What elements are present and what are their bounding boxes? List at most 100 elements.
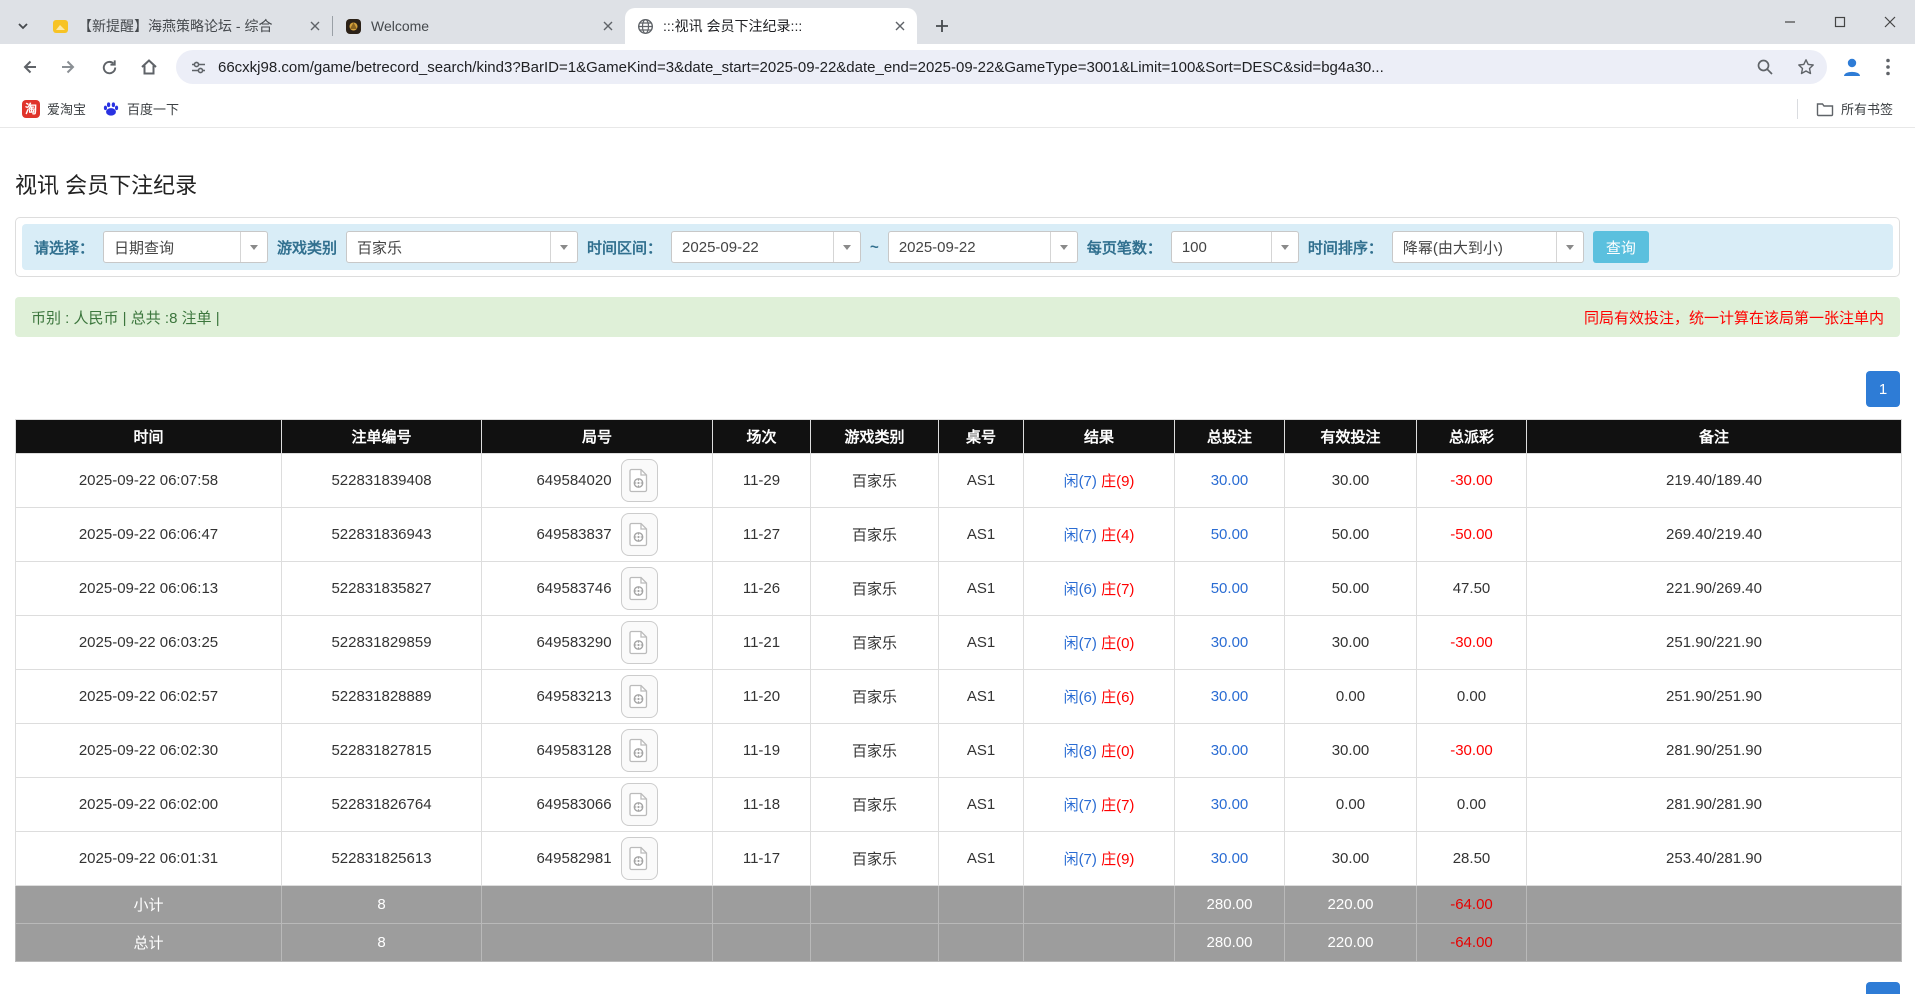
player-result: 闲(7) bbox=[1064, 635, 1097, 652]
table-row: 2025-09-22 06:02:57522831828889649583213… bbox=[16, 670, 1902, 724]
round-wrap: 649583290 bbox=[482, 621, 712, 664]
round-number: 649583213 bbox=[536, 688, 611, 705]
bet-record-table: 时间注单编号局号场次游戏类别桌号结果总投注有效投注总派彩备注 2025-09-2… bbox=[15, 419, 1902, 962]
tab-close-icon[interactable] bbox=[891, 17, 909, 35]
table-row: 2025-09-22 06:02:30522831827815649583128… bbox=[16, 724, 1902, 778]
avatar-icon bbox=[1840, 55, 1864, 79]
tab-forum[interactable]: 【新提醒】海燕策略论坛 - 综合 bbox=[40, 8, 332, 44]
url-bar[interactable]: 66cxkj98.com/game/betrecord_search/kind3… bbox=[176, 50, 1827, 84]
result-cell: 闲(6) 庄(7) bbox=[1024, 562, 1175, 616]
query-button[interactable]: 查询 bbox=[1593, 231, 1649, 263]
game-type-cell: 百家乐 bbox=[811, 670, 939, 724]
tab-welcome[interactable]: Welcome bbox=[333, 8, 625, 44]
date-start-select[interactable]: 2025-09-22 bbox=[671, 231, 861, 263]
magnifier-icon bbox=[1756, 58, 1774, 76]
note-cell: 253.40/281.90 bbox=[1527, 832, 1902, 886]
payout-cell: 0.00 bbox=[1417, 670, 1527, 724]
result-cell: 闲(7) 庄(9) bbox=[1024, 454, 1175, 508]
column-header: 总派彩 bbox=[1417, 420, 1527, 454]
game-type-cell: 百家乐 bbox=[811, 616, 939, 670]
table-row: 2025-09-22 06:01:31522831825613649582981… bbox=[16, 832, 1902, 886]
bookmark-taobao[interactable]: 淘 爱淘宝 bbox=[14, 95, 94, 122]
page-size-select[interactable]: 100 bbox=[1171, 231, 1299, 263]
payout-cell: 0.00 bbox=[1417, 778, 1527, 832]
total-bet-cell: 30.00 bbox=[1175, 670, 1285, 724]
footer-empty-cell bbox=[811, 924, 939, 962]
date-end-select[interactable]: 2025-09-22 bbox=[888, 231, 1078, 263]
total-bet-cell-value: 30.00 bbox=[1211, 634, 1249, 651]
video-replay-button[interactable] bbox=[621, 513, 658, 556]
bet-table-head: 时间注单编号局号场次游戏类别桌号结果总投注有效投注总派彩备注 bbox=[16, 420, 1902, 454]
dropdown-arrow-icon bbox=[1271, 232, 1298, 262]
footer-payout-cell: -64.00 bbox=[1417, 886, 1527, 924]
bookmark-star-button[interactable] bbox=[1791, 52, 1821, 82]
video-icon bbox=[629, 738, 649, 763]
footer-empty-cell bbox=[939, 886, 1024, 924]
maximize-button[interactable] bbox=[1815, 0, 1865, 44]
video-replay-button[interactable] bbox=[621, 621, 658, 664]
zoom-level-button[interactable] bbox=[1750, 52, 1780, 82]
time-cell: 2025-09-22 06:01:31 bbox=[16, 832, 282, 886]
table-no-cell: AS1 bbox=[939, 616, 1024, 670]
close-window-button[interactable] bbox=[1865, 0, 1915, 44]
reload-button[interactable] bbox=[90, 48, 128, 86]
bet-id-cell: 522831829859 bbox=[282, 616, 482, 670]
all-bookmarks-button[interactable]: 所有书签 bbox=[1808, 95, 1901, 122]
sort-select[interactable]: 降幂(由大到小) bbox=[1392, 231, 1584, 263]
banker-result: 庄(7) bbox=[1101, 797, 1134, 814]
round-cell: 649583746 bbox=[482, 562, 713, 616]
round-wrap: 649583746 bbox=[482, 567, 712, 610]
tab-search-button[interactable] bbox=[6, 8, 40, 44]
filter-panel: 请选择： 日期查询 游戏类别 百家乐 时间区间： 2025-09-22 ~ bbox=[15, 217, 1900, 277]
footer-total-bet-cell: 280.00 bbox=[1175, 924, 1285, 962]
page-1-button[interactable]: 1 bbox=[1866, 982, 1900, 994]
video-replay-button[interactable] bbox=[621, 567, 658, 610]
page-1-button[interactable]: 1 bbox=[1866, 371, 1900, 407]
round-cell: 649583837 bbox=[482, 508, 713, 562]
select-mode-label: 请选择： bbox=[34, 237, 94, 258]
video-replay-button[interactable] bbox=[621, 675, 658, 718]
player-result: 闲(6) bbox=[1064, 689, 1097, 706]
video-replay-button[interactable] bbox=[621, 837, 658, 880]
column-header: 结果 bbox=[1024, 420, 1175, 454]
pagination-top: 1 bbox=[15, 371, 1900, 407]
bookmarks-bar: 淘 爱淘宝 百度一下 所有书签 bbox=[0, 90, 1915, 128]
time-cell: 2025-09-22 06:02:00 bbox=[16, 778, 282, 832]
home-button[interactable] bbox=[130, 48, 168, 86]
tab-bet-record[interactable]: :::视讯 会员下注纪录::: bbox=[625, 8, 917, 44]
currency-total-text: 币别 : 人民币 | 总共 :8 注单 | bbox=[31, 307, 220, 328]
column-header: 局号 bbox=[482, 420, 713, 454]
video-replay-button[interactable] bbox=[621, 459, 658, 502]
footer-total-bet-cell: 280.00 bbox=[1175, 886, 1285, 924]
minimize-button[interactable] bbox=[1765, 0, 1815, 44]
date-start-value: 2025-09-22 bbox=[672, 232, 833, 262]
menu-button[interactable] bbox=[1871, 50, 1905, 84]
footer-count-cell: 8 bbox=[282, 924, 482, 962]
result-cell: 闲(8) 庄(0) bbox=[1024, 724, 1175, 778]
column-header: 总投注 bbox=[1175, 420, 1285, 454]
forward-button[interactable] bbox=[50, 48, 88, 86]
bet-id-cell: 522831835827 bbox=[282, 562, 482, 616]
total-bet-cell: 30.00 bbox=[1175, 832, 1285, 886]
total-bet-cell: 30.00 bbox=[1175, 778, 1285, 832]
browser-toolbar: 66cxkj98.com/game/betrecord_search/kind3… bbox=[0, 44, 1915, 90]
video-replay-button[interactable] bbox=[621, 783, 658, 826]
column-header: 注单编号 bbox=[282, 420, 482, 454]
round-cell: 649583128 bbox=[482, 724, 713, 778]
globe-icon bbox=[637, 18, 654, 35]
close-icon bbox=[1884, 16, 1896, 28]
new-tab-button[interactable] bbox=[925, 9, 959, 43]
table-header-row: 时间注单编号局号场次游戏类别桌号结果总投注有效投注总派彩备注 bbox=[16, 420, 1902, 454]
result-cell: 闲(7) 庄(4) bbox=[1024, 508, 1175, 562]
session-cell: 11-18 bbox=[713, 778, 811, 832]
bookmark-baidu[interactable]: 百度一下 bbox=[94, 95, 187, 122]
back-button[interactable] bbox=[10, 48, 48, 86]
tab-close-icon[interactable] bbox=[306, 17, 324, 35]
player-result: 闲(7) bbox=[1064, 527, 1097, 544]
profile-button[interactable] bbox=[1835, 50, 1869, 84]
tab-close-icon[interactable] bbox=[599, 17, 617, 35]
video-replay-button[interactable] bbox=[621, 729, 658, 772]
query-mode-select[interactable]: 日期查询 bbox=[103, 231, 268, 263]
banker-result: 庄(4) bbox=[1101, 527, 1134, 544]
game-type-select[interactable]: 百家乐 bbox=[346, 231, 578, 263]
